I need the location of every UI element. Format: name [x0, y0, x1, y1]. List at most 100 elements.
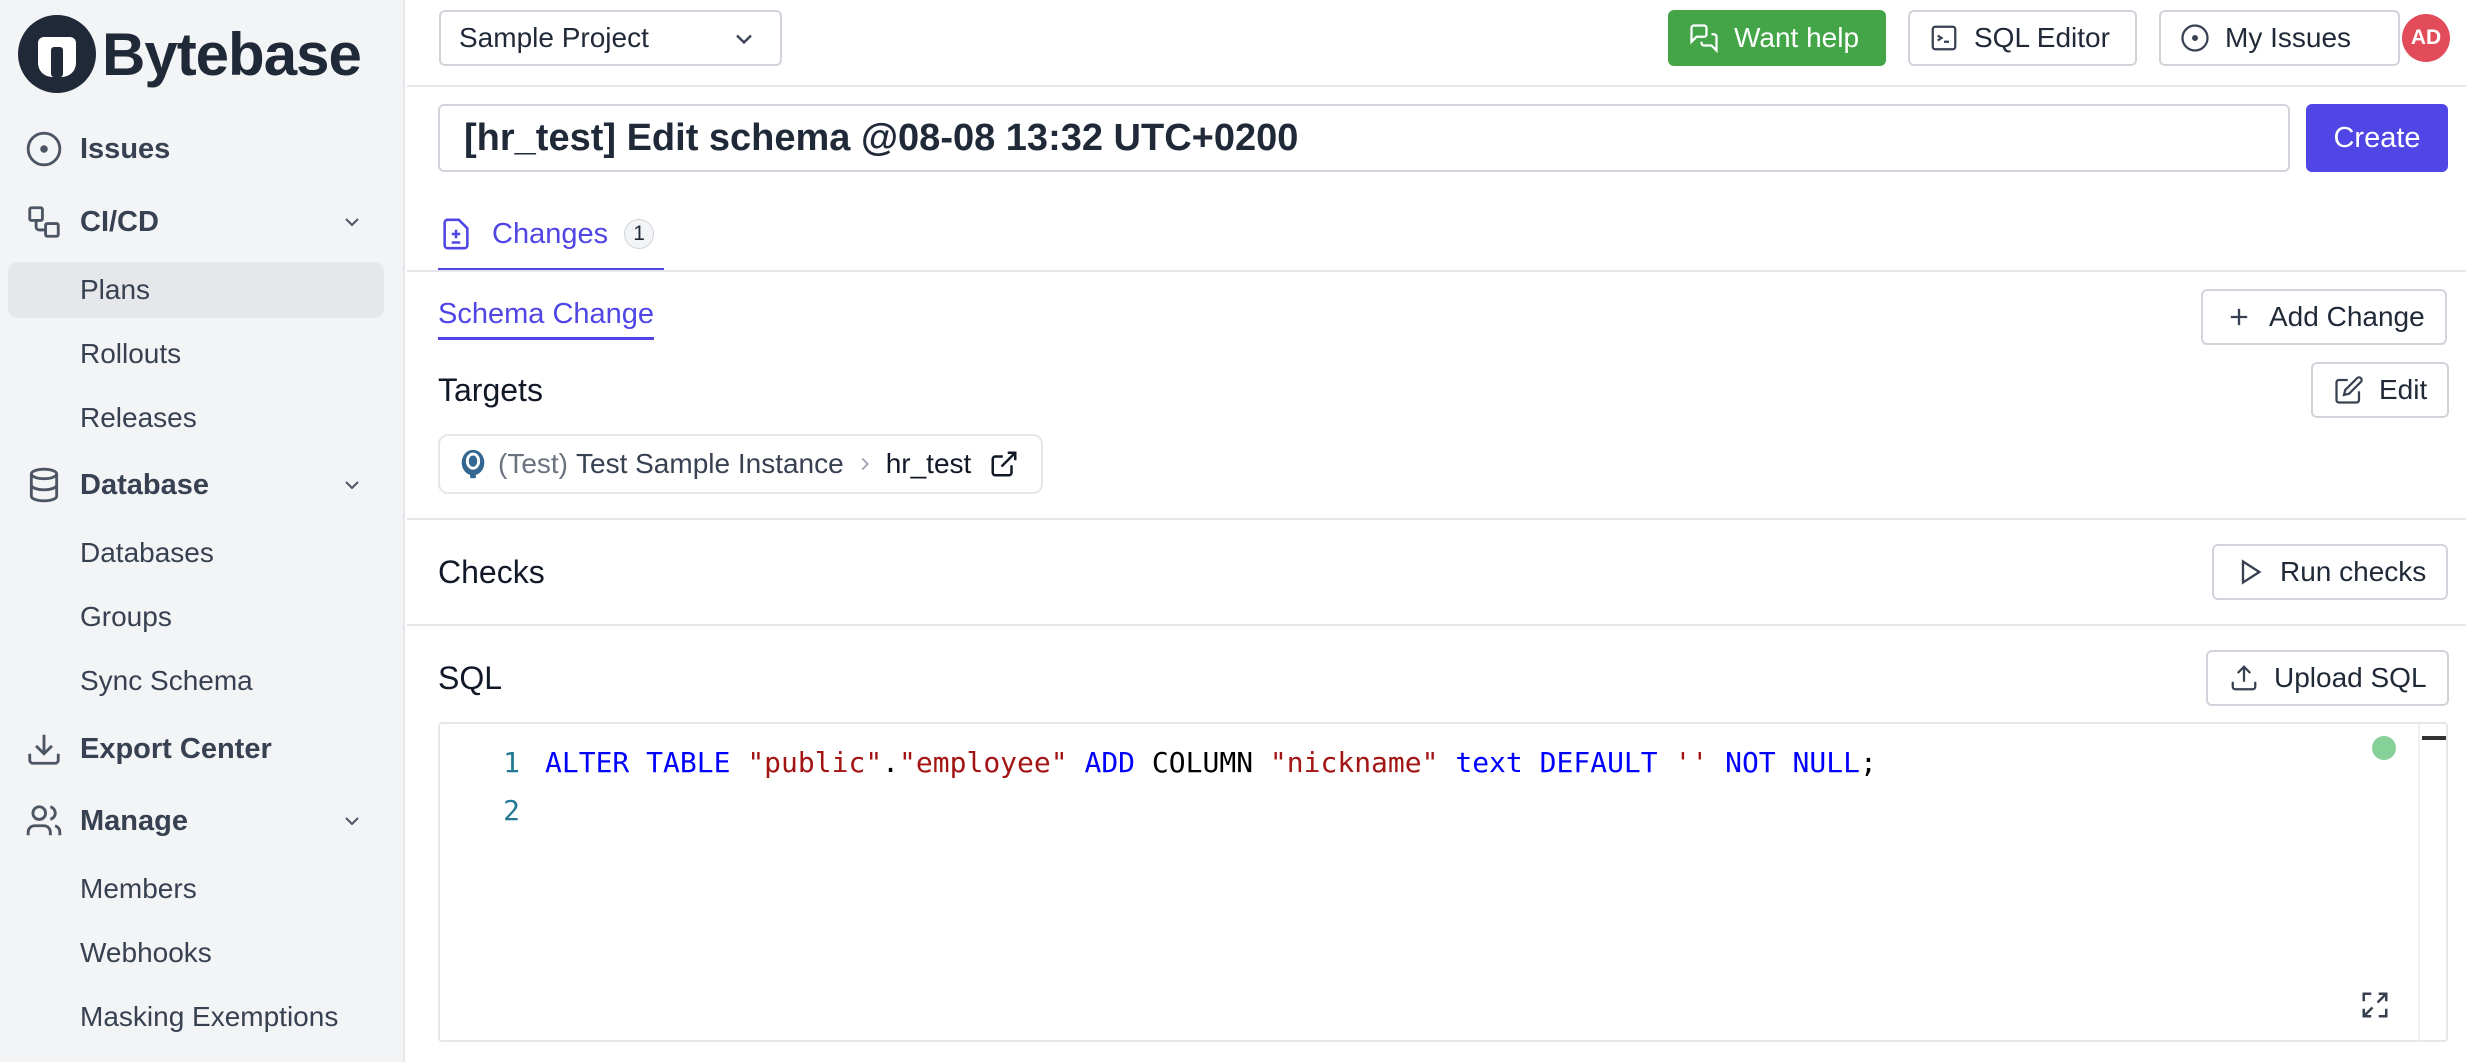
upload-sql-button[interactable]: Upload SQL	[2206, 650, 2449, 706]
tab-changes[interactable]: Changes 1	[438, 200, 665, 272]
sql-editor-button[interactable]: SQL Editor	[1908, 10, 2137, 66]
target-environment: (Test)	[498, 448, 568, 479]
tab-schema-change[interactable]: Schema Change	[438, 298, 655, 340]
sql-title: SQL	[438, 660, 503, 696]
logo-text: Bytebase	[102, 20, 362, 88]
circle-dot-icon	[24, 129, 64, 169]
add-change-label: Add Change	[2269, 301, 2425, 332]
sql-token: ''	[1674, 746, 1709, 779]
my-issues-button[interactable]: My Issues	[2159, 10, 2400, 66]
sidebar: Bytebase Issues CI/CD Plans Rollouts Rel…	[0, 0, 405, 1062]
sql-token: "public"	[747, 746, 883, 779]
tab-changes-label: Changes	[492, 217, 609, 250]
sidebar-item-releases[interactable]: Releases	[8, 390, 384, 446]
nav-issues-label: Issues	[80, 132, 171, 165]
user-avatar[interactable]: AD	[2402, 14, 2450, 62]
sidebar-item-databases[interactable]: Databases	[8, 525, 384, 581]
nav-cicd[interactable]: CI/CD	[0, 196, 405, 248]
target-instance: Test Sample Instance	[576, 448, 844, 479]
project-select-value: Sample Project	[459, 22, 649, 53]
sql-editor[interactable]: 1 2 ALTER TABLE "public"."employee" ADD …	[438, 722, 2448, 1042]
chevron-down-icon[interactable]	[337, 207, 367, 237]
nav-database[interactable]: Database	[0, 459, 405, 511]
line-number: 1	[503, 746, 520, 779]
sidebar-item-rollouts[interactable]: Rollouts	[8, 326, 384, 382]
nav-manage-label: Manage	[80, 804, 188, 837]
plan-title-input[interactable]: [hr_test] Edit schema @08-08 13:32 UTC+0…	[438, 104, 2290, 172]
expand-icon[interactable]	[2358, 988, 2392, 1022]
edit-targets-button[interactable]: Edit	[2311, 362, 2450, 418]
sql-token: ALTER	[545, 746, 630, 779]
play-icon	[2234, 556, 2266, 588]
nav-cicd-label: CI/CD	[80, 205, 159, 238]
tabs-divider	[407, 270, 2466, 272]
code-line[interactable]: ALTER TABLE "public"."employee" ADD COLU…	[545, 746, 1877, 779]
bytebase-logo[interactable]: Bytebase	[18, 14, 362, 94]
edit-icon	[2333, 374, 2365, 406]
sql-token: ;	[1859, 746, 1877, 779]
create-button[interactable]: Create	[2306, 104, 2448, 172]
my-issues-label: My Issues	[2225, 22, 2352, 53]
want-help-label: Want help	[1734, 22, 1860, 53]
sql-token: NOT	[1725, 746, 1776, 779]
project-select[interactable]: Sample Project	[439, 10, 782, 66]
postgresql-icon	[456, 447, 490, 481]
changes-count-badge: 1	[624, 219, 655, 249]
nav-export-center[interactable]: Export Center	[0, 723, 405, 775]
want-help-button[interactable]: Want help	[1668, 10, 1886, 66]
sidebar-item-webhooks[interactable]: Webhooks	[8, 925, 384, 981]
sql-token: TABLE	[646, 746, 731, 779]
external-link-icon[interactable]	[989, 449, 1019, 479]
sidebar-item-plans[interactable]: Plans	[8, 262, 384, 318]
chevron-down-icon[interactable]	[337, 470, 367, 500]
plus-icon	[2223, 301, 2255, 333]
targets-title: Targets	[438, 372, 543, 408]
checks-title: Checks	[438, 554, 545, 590]
nav-manage[interactable]: Manage	[0, 795, 405, 847]
sql-token: .	[882, 746, 900, 779]
download-icon	[24, 729, 64, 769]
run-checks-button[interactable]: Run checks	[2212, 544, 2449, 600]
upload-sql-label: Upload SQL	[2274, 662, 2427, 693]
sidebar-item-sync-schema[interactable]: Sync Schema	[8, 653, 384, 709]
sidebar-item-groups[interactable]: Groups	[8, 589, 384, 645]
upload-icon	[2228, 662, 2260, 694]
chevron-down-icon[interactable]	[337, 806, 367, 836]
sql-token: NULL	[1792, 746, 1860, 779]
nav-export-center-label: Export Center	[80, 732, 272, 765]
sql-token: "employee"	[899, 746, 1068, 779]
edit-label: Edit	[2379, 374, 2428, 405]
sql-token: COLUMN	[1135, 746, 1270, 779]
nav-issues[interactable]: Issues	[0, 123, 405, 175]
run-checks-label: Run checks	[2280, 556, 2427, 587]
sidebar-item-members[interactable]: Members	[8, 861, 384, 917]
chevron-right-icon	[854, 453, 876, 475]
top-header: Sample Project Want help SQL Editor My I…	[407, 0, 2466, 87]
target-database-chip[interactable]: (Test) Test Sample Instance hr_test	[438, 434, 1043, 494]
users-icon	[24, 801, 64, 841]
workflow-icon	[24, 202, 64, 242]
chevron-down-icon	[730, 25, 758, 60]
file-diff-icon	[438, 216, 474, 252]
sidebar-item-masking-exemptions[interactable]: Masking Exemptions	[8, 989, 384, 1045]
chat-icon	[1688, 22, 1720, 54]
circle-dot-icon	[2179, 22, 2211, 54]
sql-token: text	[1455, 746, 1523, 779]
logo-icon	[18, 15, 96, 93]
database-icon	[24, 465, 64, 505]
nav-database-label: Database	[80, 468, 209, 501]
add-change-button[interactable]: Add Change	[2201, 289, 2447, 345]
sql-token: ADD	[1084, 746, 1136, 779]
editor-scrollbar[interactable]	[2418, 724, 2446, 1042]
section-divider	[407, 624, 2466, 626]
target-database: hr_test	[885, 448, 972, 479]
status-dot-icon	[2372, 736, 2396, 760]
sql-token: DEFAULT	[1539, 746, 1658, 779]
